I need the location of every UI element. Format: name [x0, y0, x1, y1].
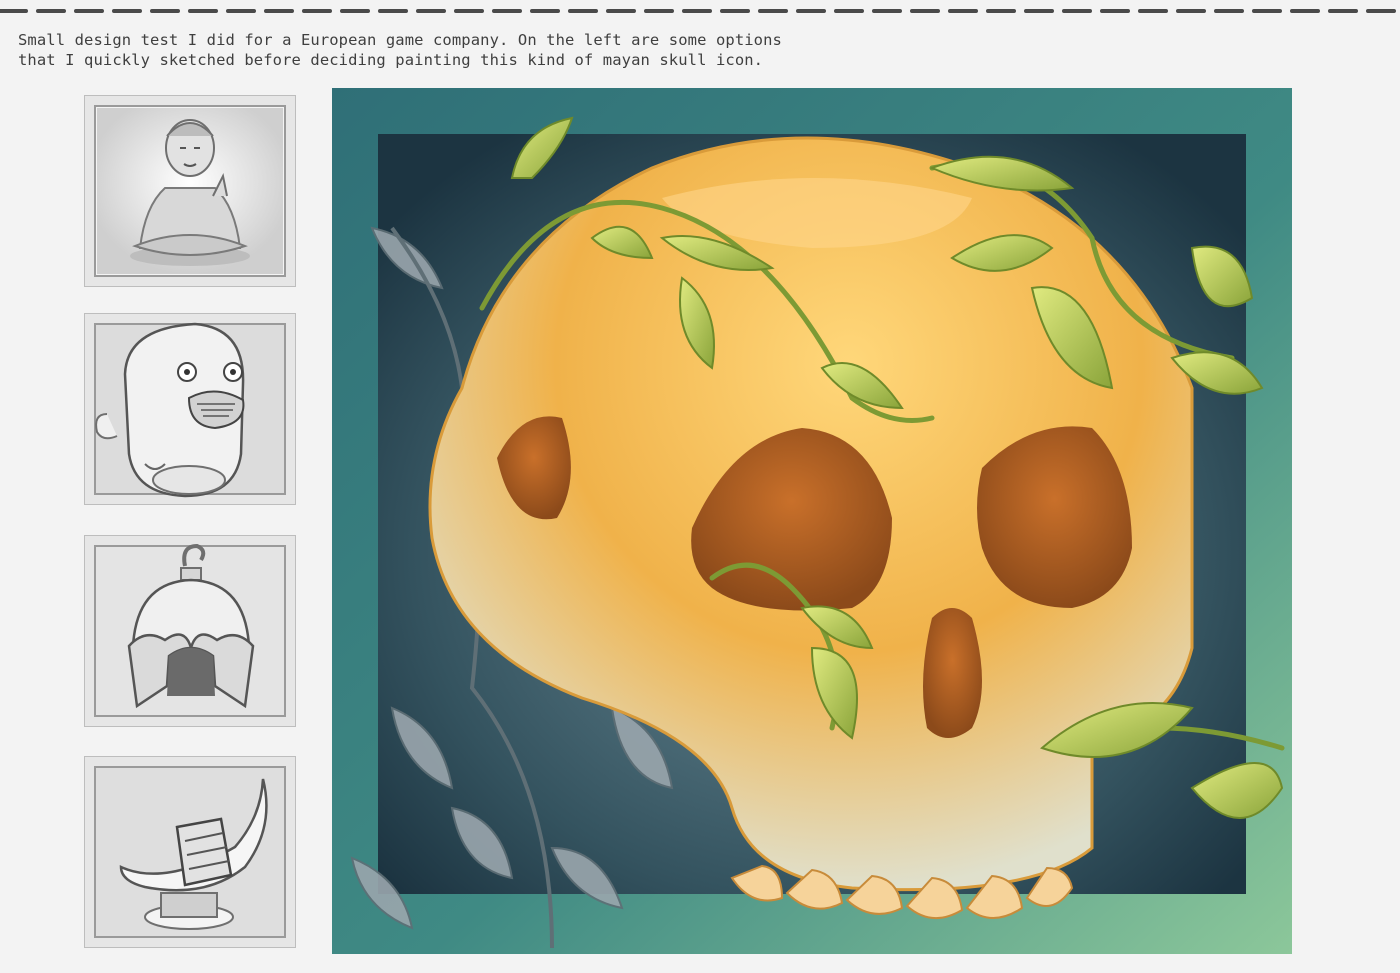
caption-line-1: Small design test I did for a European g…: [18, 31, 782, 49]
banana-hand-sketch[interactable]: [84, 756, 296, 948]
dashed-divider: [0, 9, 1400, 13]
mayan-skull-painting: [332, 88, 1292, 954]
caption-line-2: that I quickly sketched before deciding …: [18, 51, 764, 69]
caption-text: Small design test I did for a European g…: [18, 30, 918, 70]
buddha-sketch[interactable]: [84, 95, 296, 287]
helmet-sketch[interactable]: [84, 535, 296, 727]
monkey-head-sketch[interactable]: [84, 313, 296, 505]
